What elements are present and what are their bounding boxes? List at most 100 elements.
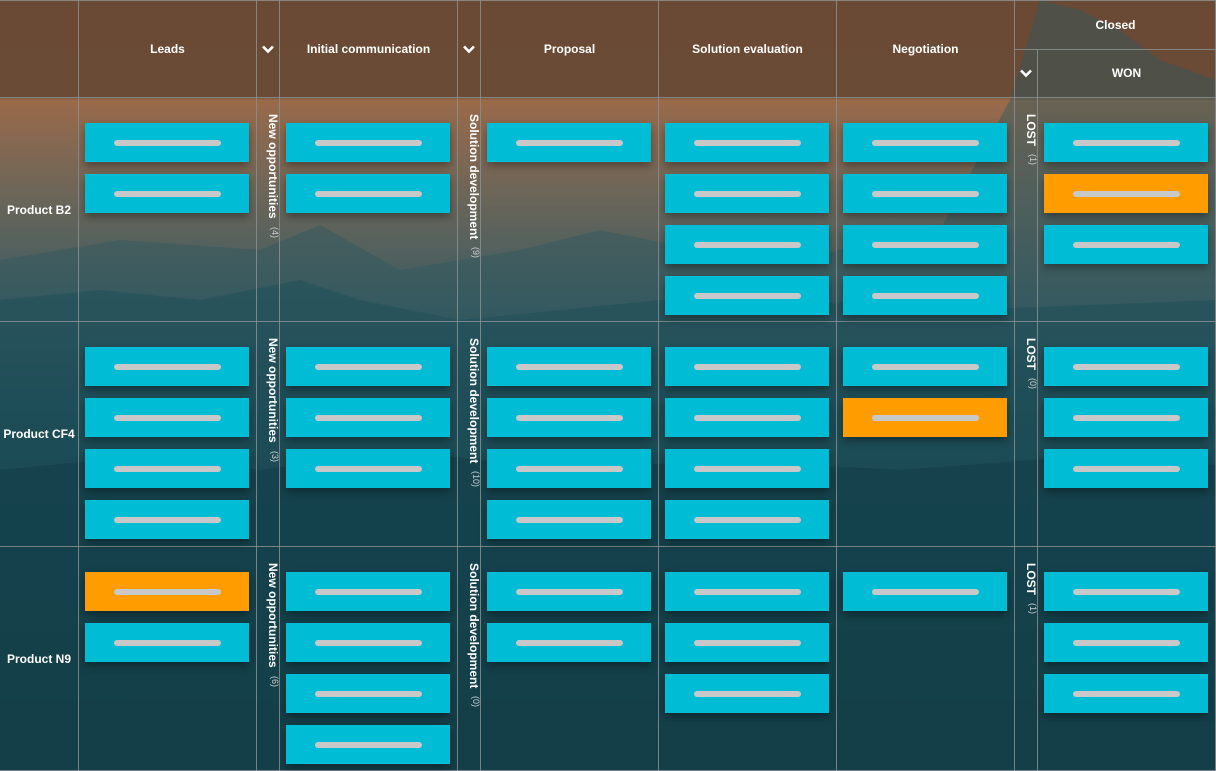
count-badge: (4) bbox=[270, 226, 280, 238]
kanban-card-initial-communication[interactable] bbox=[286, 174, 450, 213]
kanban-card-negotiation[interactable] bbox=[843, 398, 1007, 437]
kanban-card-negotiation[interactable] bbox=[843, 347, 1007, 386]
collapsed-label: Solution development bbox=[467, 114, 481, 240]
kanban-card-proposal[interactable] bbox=[487, 123, 651, 162]
kanban-card-negotiation[interactable] bbox=[843, 174, 1007, 213]
kanban-card-solution-evaluation[interactable] bbox=[665, 347, 829, 386]
kanban-card-leads[interactable] bbox=[85, 174, 249, 213]
kanban-card-negotiation[interactable] bbox=[843, 572, 1007, 611]
kanban-card-negotiation[interactable] bbox=[843, 276, 1007, 315]
card-placeholder-line bbox=[113, 465, 221, 472]
card-placeholder-line bbox=[113, 414, 221, 421]
kanban-card-solution-evaluation[interactable] bbox=[665, 174, 829, 213]
kanban-card-leads[interactable] bbox=[85, 123, 249, 162]
kanban-card-proposal[interactable] bbox=[487, 500, 651, 539]
kanban-card-solution-evaluation[interactable] bbox=[665, 225, 829, 264]
kanban-card-won[interactable] bbox=[1044, 674, 1208, 713]
card-placeholder-line bbox=[314, 741, 422, 748]
card-placeholder-line bbox=[314, 190, 422, 197]
column-header-initial-communication: Initial communication bbox=[306, 41, 431, 56]
kanban-card-solution-evaluation[interactable] bbox=[665, 449, 829, 488]
card-placeholder-line bbox=[1072, 690, 1180, 697]
count-badge: (0) bbox=[1028, 378, 1038, 389]
kanban-card-initial-communication[interactable] bbox=[286, 449, 450, 488]
card-placeholder-line bbox=[693, 639, 801, 646]
collapsed-lost[interactable]: LOST (1) bbox=[1016, 563, 1038, 614]
kanban-card-leads[interactable] bbox=[85, 449, 249, 488]
kanban-card-solution-evaluation[interactable] bbox=[665, 623, 829, 662]
kanban-card-negotiation[interactable] bbox=[843, 123, 1007, 162]
kanban-card-proposal[interactable] bbox=[487, 449, 651, 488]
expand-lost-button[interactable] bbox=[1015, 63, 1037, 83]
kanban-card-proposal[interactable] bbox=[487, 347, 651, 386]
count-badge: (3) bbox=[270, 450, 280, 462]
card-placeholder-line bbox=[113, 639, 221, 646]
kanban-card-won[interactable] bbox=[1044, 449, 1208, 488]
kanban-card-initial-communication[interactable] bbox=[286, 123, 450, 162]
card-placeholder-line bbox=[1072, 363, 1180, 370]
kanban-card-solution-evaluation[interactable] bbox=[665, 276, 829, 315]
kanban-card-leads[interactable] bbox=[85, 500, 249, 539]
card-placeholder-line bbox=[693, 690, 801, 697]
card-placeholder-line bbox=[515, 363, 623, 370]
column-header-solution-evaluation: Solution evaluation bbox=[692, 41, 803, 56]
kanban-card-initial-communication[interactable] bbox=[286, 398, 450, 437]
kanban-card-initial-communication[interactable] bbox=[286, 572, 450, 611]
kanban-card-initial-communication[interactable] bbox=[286, 725, 450, 764]
kanban-card-won[interactable] bbox=[1044, 225, 1208, 264]
kanban-card-solution-evaluation[interactable] bbox=[665, 500, 829, 539]
collapsed-label: LOST bbox=[1024, 338, 1038, 370]
kanban-board: Leads Initial communication Proposal Sol… bbox=[0, 0, 1216, 771]
card-placeholder-line bbox=[314, 139, 422, 146]
row-header-product-cf4: Product CF4 bbox=[3, 427, 75, 441]
kanban-card-solution-evaluation[interactable] bbox=[665, 398, 829, 437]
column-header-negotiation: Negotiation bbox=[892, 41, 959, 56]
kanban-card-won[interactable] bbox=[1044, 347, 1208, 386]
count-badge: (1) bbox=[1028, 154, 1038, 165]
kanban-card-won[interactable] bbox=[1044, 174, 1208, 213]
card-placeholder-line bbox=[515, 588, 623, 595]
kanban-card-negotiation[interactable] bbox=[843, 225, 1007, 264]
kanban-card-won[interactable] bbox=[1044, 623, 1208, 662]
chevron-down-icon bbox=[262, 45, 274, 53]
collapsed-new-opportunities[interactable]: New opportunities (3) bbox=[258, 338, 280, 462]
kanban-card-initial-communication[interactable] bbox=[286, 674, 450, 713]
kanban-card-leads[interactable] bbox=[85, 398, 249, 437]
count-badge: (6) bbox=[270, 675, 280, 687]
card-placeholder-line bbox=[1072, 414, 1180, 421]
kanban-card-leads[interactable] bbox=[85, 572, 249, 611]
card-placeholder-line bbox=[693, 363, 801, 370]
expand-solution-development-button[interactable] bbox=[458, 39, 480, 59]
kanban-card-proposal[interactable] bbox=[487, 623, 651, 662]
kanban-card-initial-communication[interactable] bbox=[286, 623, 450, 662]
kanban-card-proposal[interactable] bbox=[487, 398, 651, 437]
kanban-card-won[interactable] bbox=[1044, 572, 1208, 611]
card-placeholder-line bbox=[1072, 639, 1180, 646]
collapsed-new-opportunities[interactable]: New opportunities (4) bbox=[258, 114, 280, 238]
collapsed-lost[interactable]: LOST (0) bbox=[1016, 338, 1038, 389]
collapsed-label: LOST bbox=[1024, 563, 1038, 595]
card-placeholder-line bbox=[113, 516, 221, 523]
card-placeholder-line bbox=[314, 639, 422, 646]
kanban-card-won[interactable] bbox=[1044, 123, 1208, 162]
kanban-card-solution-evaluation[interactable] bbox=[665, 123, 829, 162]
card-placeholder-line bbox=[515, 139, 623, 146]
collapsed-solution-development[interactable]: Solution development (0) bbox=[459, 563, 481, 707]
collapsed-lost[interactable]: LOST (1) bbox=[1016, 114, 1038, 165]
card-placeholder-line bbox=[1072, 139, 1180, 146]
collapsed-label: New opportunities bbox=[266, 114, 280, 219]
kanban-card-leads[interactable] bbox=[85, 347, 249, 386]
kanban-card-solution-evaluation[interactable] bbox=[665, 674, 829, 713]
collapsed-solution-development[interactable]: Solution development (10) bbox=[459, 338, 481, 487]
column-group-header-closed: Closed bbox=[1095, 17, 1136, 32]
collapsed-new-opportunities[interactable]: New opportunities (6) bbox=[258, 563, 280, 687]
kanban-card-initial-communication[interactable] bbox=[286, 347, 450, 386]
kanban-card-solution-evaluation[interactable] bbox=[665, 572, 829, 611]
kanban-card-leads[interactable] bbox=[85, 623, 249, 662]
kanban-card-won[interactable] bbox=[1044, 398, 1208, 437]
collapsed-solution-development[interactable]: Solution development (9) bbox=[459, 114, 481, 258]
kanban-card-proposal[interactable] bbox=[487, 572, 651, 611]
expand-new-opportunities-button[interactable] bbox=[257, 39, 279, 59]
card-placeholder-line bbox=[871, 139, 979, 146]
card-placeholder-line bbox=[693, 292, 801, 299]
